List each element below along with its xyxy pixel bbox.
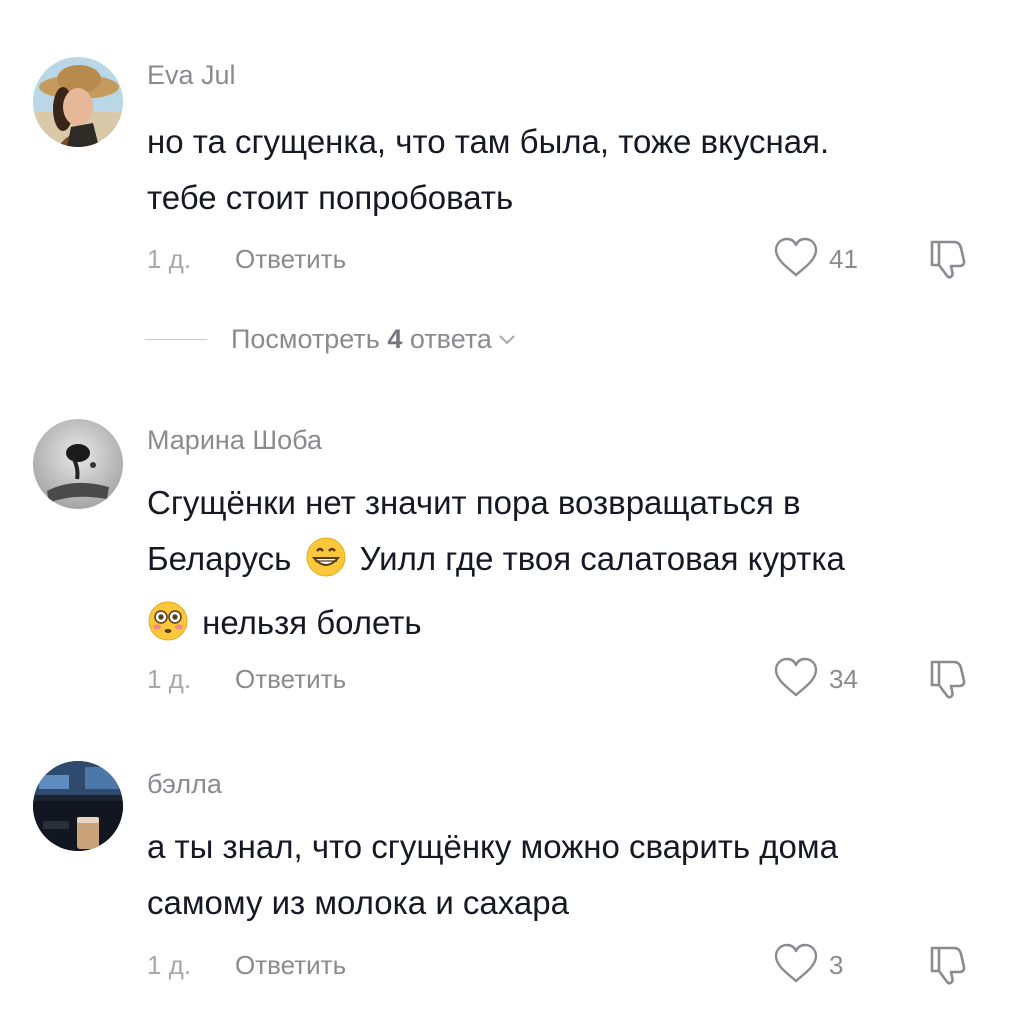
- comment-text: а ты знал, что сгущёнку можно сварить до…: [147, 819, 987, 931]
- like-count: 34: [829, 664, 858, 694]
- avatar[interactable]: [33, 419, 123, 509]
- grinning-face-emoji: [305, 536, 347, 595]
- divider: [145, 338, 207, 341]
- view-replies-suffix: ответа: [402, 324, 492, 354]
- comment-time: 1 д.: [147, 244, 192, 274]
- username[interactable]: бэлла: [147, 769, 222, 800]
- like-button[interactable]: 3: [773, 942, 843, 989]
- username[interactable]: Eva Jul: [147, 60, 236, 91]
- reply-button[interactable]: Ответить: [235, 950, 346, 981]
- comment-text-line: но та сгущенка, что там была, тоже вкусн…: [147, 123, 830, 160]
- comment-text: Сгущёнки нет значит пора возвращаться в …: [147, 475, 987, 659]
- comment-text-line: самому из молока и сахара: [147, 884, 569, 921]
- thumbs-down-icon: [926, 240, 970, 284]
- username[interactable]: Марина Шоба: [147, 425, 322, 456]
- comment-text-line: а ты знал, что сгущёнку можно сварить до…: [147, 828, 838, 865]
- comment-text-line: нельзя болеть: [147, 595, 987, 659]
- comment-text: но та сгущенка, что там была, тоже вкусн…: [147, 114, 987, 226]
- thumbs-down-icon: [926, 660, 970, 704]
- comment-text-part: Уилл где твоя салатовая куртка: [359, 540, 845, 577]
- view-replies-prefix: Посмотреть: [231, 324, 388, 354]
- like-count: 41: [829, 244, 858, 274]
- thumbs-down-icon: [926, 946, 970, 990]
- reply-button[interactable]: Ответить: [235, 664, 346, 695]
- dislike-button[interactable]: [926, 236, 970, 285]
- like-button[interactable]: 34: [773, 656, 858, 703]
- heart-outline-icon: [773, 236, 819, 283]
- flushed-face-emoji: [147, 600, 189, 659]
- comment-time: 1 д.: [147, 950, 192, 980]
- comment-text-line: Беларусь Уилл где твоя салатовая куртка: [147, 531, 987, 595]
- heart-outline-icon: [773, 656, 819, 703]
- avatar[interactable]: [33, 761, 123, 851]
- heart-outline-icon: [773, 942, 819, 989]
- comment-text-part: нельзя болеть: [202, 604, 422, 641]
- view-replies-label: Посмотреть 4 ответа: [231, 324, 492, 355]
- dislike-button[interactable]: [926, 656, 970, 705]
- like-button[interactable]: 41: [773, 236, 858, 283]
- comment-time: 1 д.: [147, 664, 192, 694]
- comment-text-line: Сгущёнки нет значит пора возвращаться в: [147, 484, 801, 521]
- like-count: 3: [829, 950, 844, 980]
- view-replies-button[interactable]: Посмотреть 4 ответа: [145, 324, 516, 355]
- dislike-button[interactable]: [926, 942, 970, 991]
- comment-text-line: тебе стоит попробовать: [147, 179, 514, 216]
- comment-text-part: Беларусь: [147, 540, 292, 577]
- reply-button[interactable]: Ответить: [235, 244, 346, 275]
- replies-count: 4: [387, 324, 403, 354]
- chevron-down-icon: [498, 333, 516, 351]
- avatar[interactable]: [33, 57, 123, 147]
